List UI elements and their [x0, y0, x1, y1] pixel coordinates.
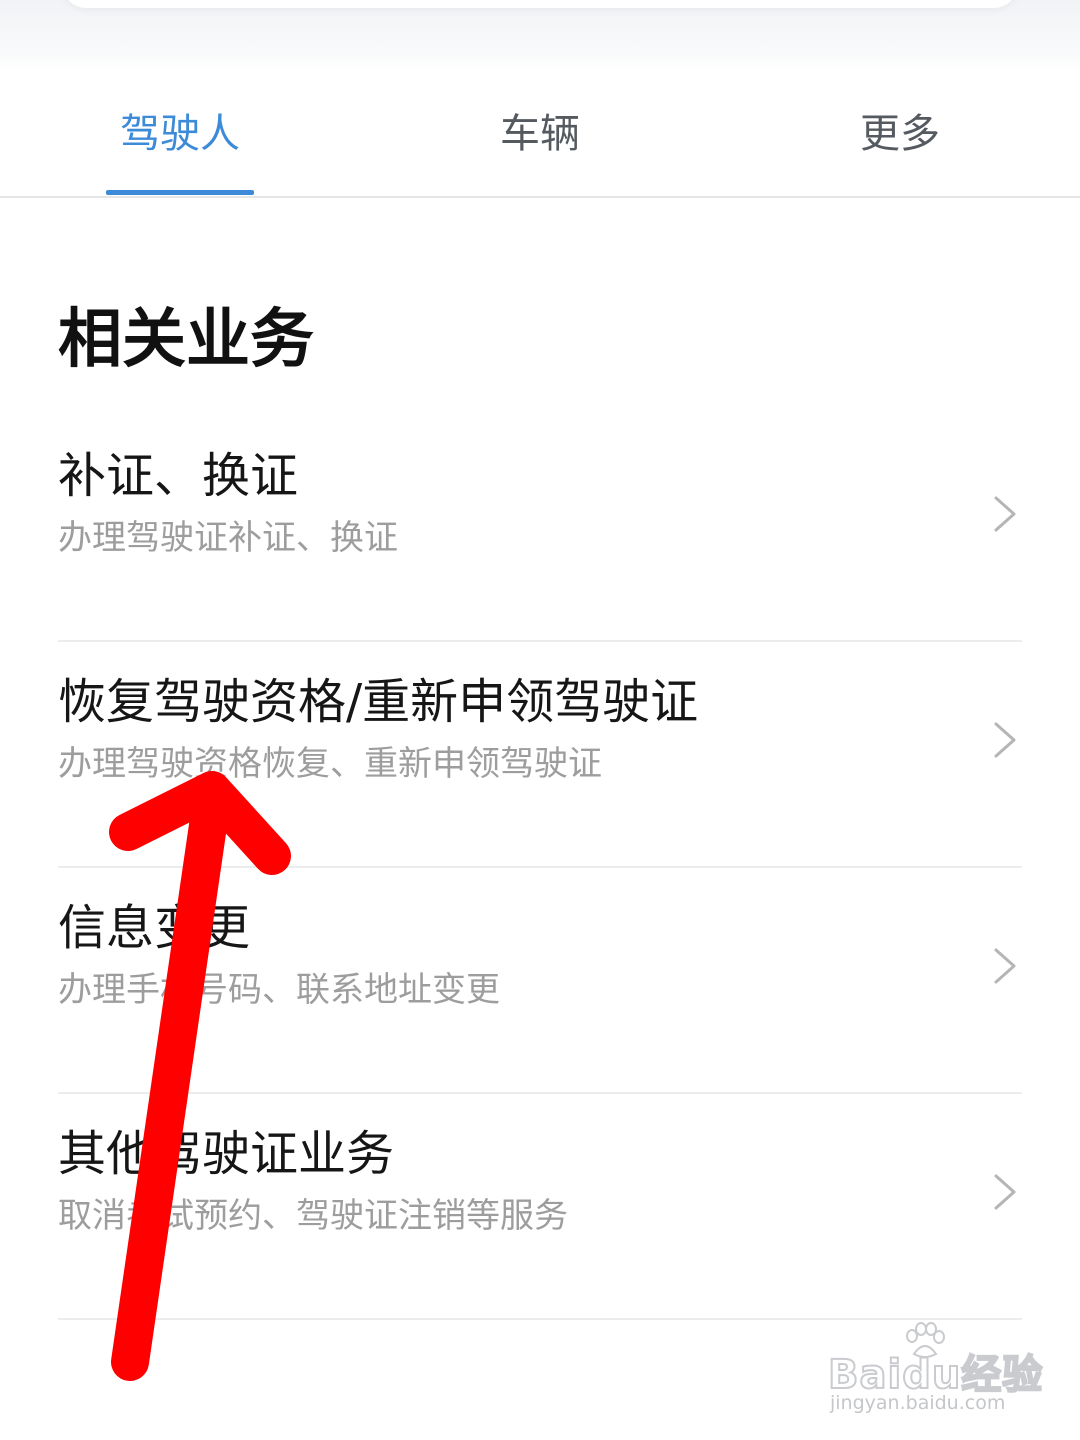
item-desc: 办理手机号码、联系地址变更 — [58, 970, 500, 1010]
section-title: 相关业务 — [58, 303, 314, 377]
tab-driver[interactable]: 驾驶人 — [30, 106, 330, 162]
item-desc: 办理驾驶资格恢复、重新申领驾驶证 — [58, 744, 602, 784]
item-title: 其他驾驶证业务 — [58, 1126, 395, 1182]
item-desc: 取消考试预约、驾驶证注销等服务 — [58, 1196, 568, 1236]
list-item-other-license-services[interactable]: 其他驾驶证业务 取消考试预约、驾驶证注销等服务 — [58, 1094, 1022, 1320]
item-title: 恢复驾驶资格/重新申领驾驶证 — [58, 674, 699, 730]
search-card-edge — [62, 0, 1018, 8]
item-title: 信息变更 — [58, 900, 251, 956]
list-item-reissue-renew[interactable]: 补证、换证 办理驾驶证补证、换证 — [58, 416, 1022, 642]
chevron-right-icon — [994, 1174, 1016, 1210]
watermark-url: jingyan.baidu.com — [830, 1392, 1006, 1414]
tab-more[interactable]: 更多 — [750, 106, 1050, 162]
active-tab-indicator — [106, 190, 254, 195]
list-item-restore-qualification[interactable]: 恢复驾驶资格/重新申领驾驶证 办理驾驶资格恢复、重新申领驾驶证 — [58, 642, 1022, 868]
watermark: Baidu经验 jingyan.baidu.com — [827, 1322, 1043, 1418]
tab-vehicle[interactable]: 车辆 — [390, 106, 690, 162]
item-divider — [58, 1318, 1022, 1320]
chevron-right-icon — [994, 496, 1016, 532]
chevron-right-icon — [994, 722, 1016, 758]
item-desc: 办理驾驶证补证、换证 — [58, 518, 398, 558]
tab-bar: 驾驶人 车辆 更多 — [0, 74, 1080, 198]
chevron-right-icon — [994, 948, 1016, 984]
item-title: 补证、换证 — [58, 448, 299, 504]
top-strip — [0, 0, 1080, 74]
list-item-info-change[interactable]: 信息变更 办理手机号码、联系地址变更 — [58, 868, 1022, 1094]
